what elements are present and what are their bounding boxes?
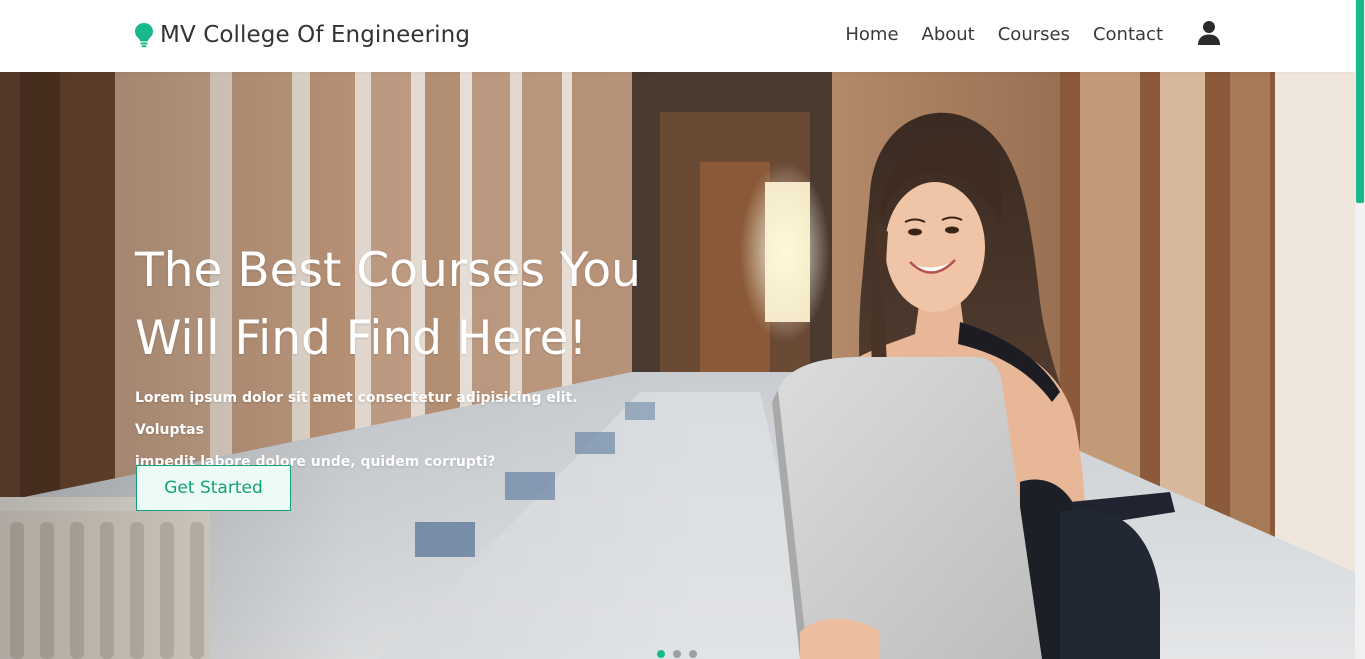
hero-description-line-1: Lorem ipsum dolor sit amet consectetur a… [135,390,578,438]
user-account-button[interactable] [1195,20,1223,50]
brand-name: MV College Of Engineering [160,22,471,48]
hero-title-line-1: The Best Courses You [135,243,641,298]
navbar: MV College Of Engineering Home About Cou… [0,0,1355,72]
hero-title-line-2: Will Find Find Here! [135,311,588,366]
carousel-dot-2[interactable] [673,650,681,658]
get-started-button[interactable]: Get Started [136,465,291,511]
brand-link[interactable]: MV College Of Engineering [134,20,470,50]
lightbulb-icon [134,22,154,48]
nav-home[interactable]: Home [845,22,898,48]
nav-links: Home About Courses Contact [845,22,1163,48]
nav-contact[interactable]: Contact [1093,22,1163,48]
carousel-dot-1[interactable] [657,650,665,658]
nav-about[interactable]: About [922,22,975,48]
nav-courses[interactable]: Courses [998,22,1070,48]
hero-title: The Best Courses You Will Find Find Here… [135,237,695,373]
page-scrollbar-thumb[interactable] [1356,0,1364,203]
carousel-indicators [657,650,697,658]
hero-section: The Best Courses You Will Find Find Here… [0,72,1355,659]
user-icon [1197,20,1221,50]
hero-description: Lorem ipsum dolor sit amet consectetur a… [135,382,625,478]
carousel-dot-3[interactable] [689,650,697,658]
